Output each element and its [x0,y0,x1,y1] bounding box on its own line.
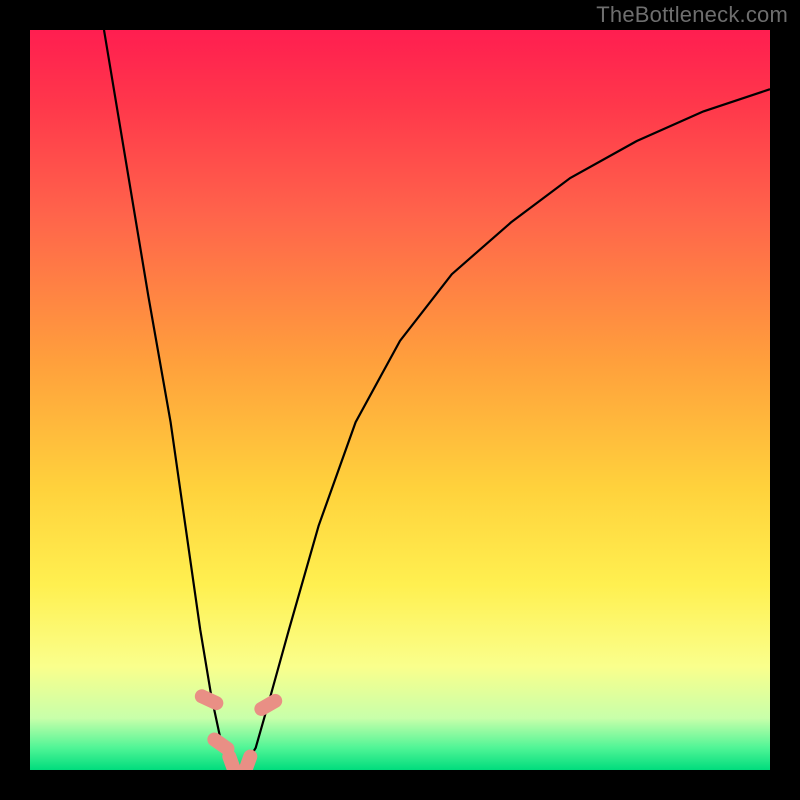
curve-marker [193,687,226,712]
curve-marker [252,691,285,718]
curve-marker [236,748,259,770]
bottleneck-curve [104,30,770,766]
curve-layer [30,30,770,770]
watermark-text: TheBottleneck.com [596,2,788,28]
chart-frame: TheBottleneck.com [0,0,800,800]
curve-markers [193,687,285,770]
